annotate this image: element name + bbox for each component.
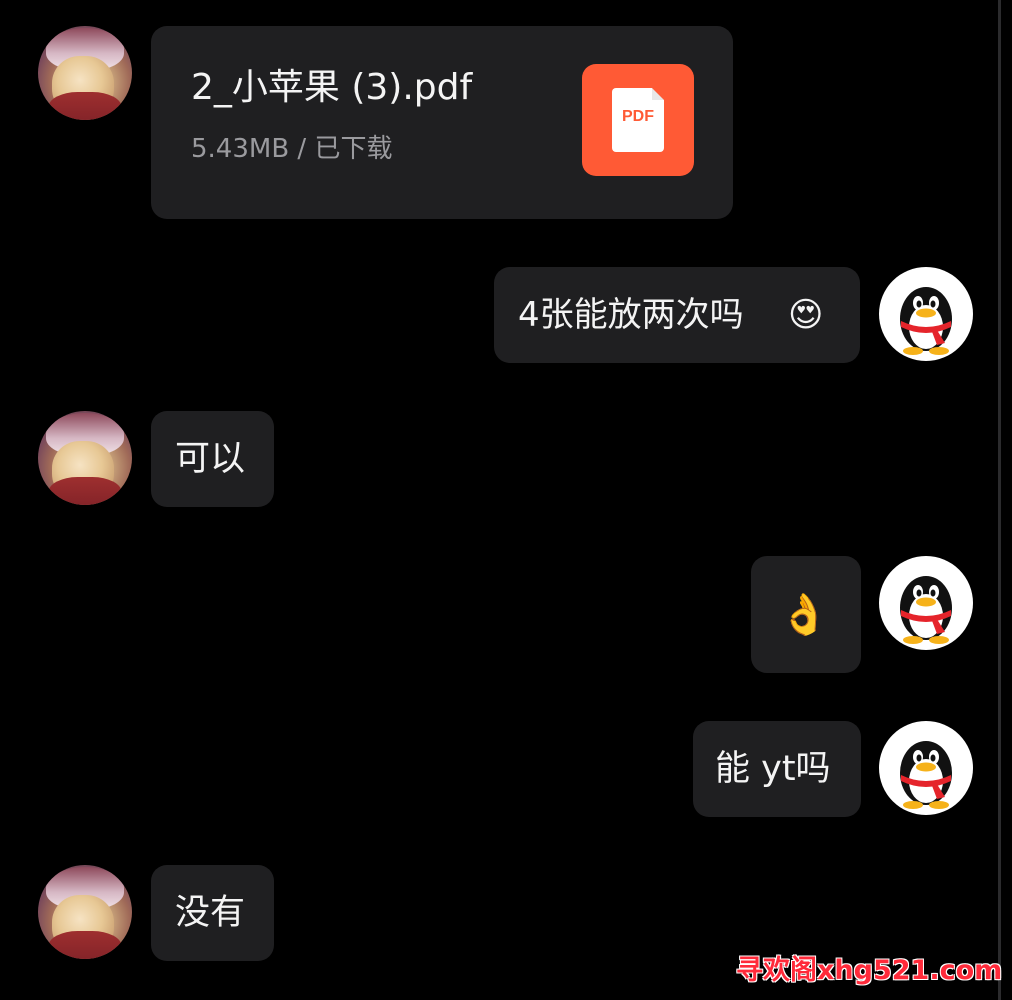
pdf-icon-label: PDF — [622, 108, 654, 125]
received-message-bubble[interactable]: 没有 — [151, 865, 274, 961]
contact-avatar[interactable] — [38, 26, 132, 120]
self-avatar[interactable] — [879, 556, 973, 650]
self-avatar[interactable] — [879, 267, 973, 361]
heart-eyes-emoji-icon: 😍 — [788, 295, 824, 335]
message-text: 没有 — [175, 893, 246, 933]
file-name: 2_小苹果 (3).pdf — [191, 67, 473, 108]
avatar-dress-detail — [48, 931, 122, 959]
file-message-bubble[interactable]: 2_小苹果 (3).pdf 5.43MB / 已下载 PDF — [151, 26, 733, 219]
pdf-icon: PDF — [582, 64, 694, 176]
watermark: 寻欢阁xhg521.com — [736, 955, 1003, 986]
message-text: 能 yt吗 — [715, 749, 831, 789]
qq-penguin-icon — [879, 556, 973, 650]
message-text: 可以 — [175, 439, 246, 479]
pdf-page-graphic: PDF — [612, 88, 664, 152]
sent-emoji-bubble[interactable]: 👌 — [751, 556, 861, 673]
message-text: 4张能放两次吗 — [518, 295, 744, 335]
qq-penguin-icon — [879, 721, 973, 815]
avatar-dress-detail — [48, 477, 122, 505]
avatar-dress-detail — [48, 92, 122, 120]
received-message-bubble[interactable]: 可以 — [151, 411, 274, 507]
scrollbar-track[interactable] — [998, 0, 1001, 1000]
file-size-status: 5.43MB / 已下载 — [191, 134, 393, 164]
pdf-page-fold — [652, 88, 664, 100]
sent-message-bubble[interactable]: 能 yt吗 — [693, 721, 861, 817]
contact-avatar[interactable] — [38, 411, 132, 505]
sent-message-bubble[interactable]: 4张能放两次吗 😍 — [494, 267, 860, 363]
qq-penguin-icon — [879, 267, 973, 361]
contact-avatar[interactable] — [38, 865, 132, 959]
ok-hand-emoji-icon: 👌 — [779, 592, 829, 638]
self-avatar[interactable] — [879, 721, 973, 815]
